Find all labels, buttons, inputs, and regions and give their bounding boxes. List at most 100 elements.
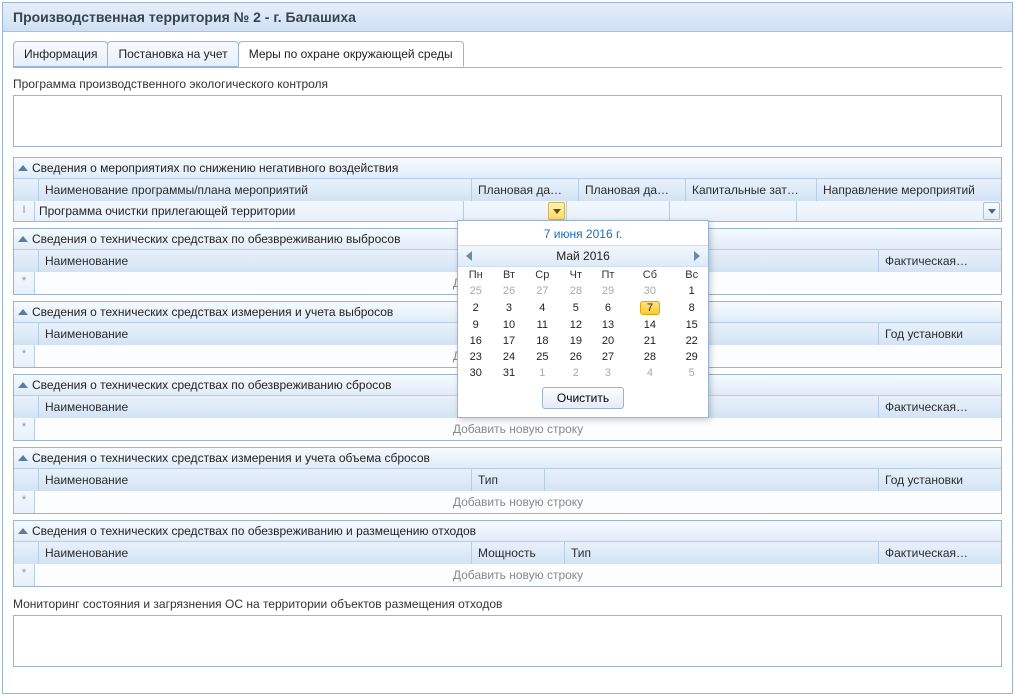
datepicker-popup: 7 июня 2016 г. Май 2016 ПнВтСрЧтПтСбВс 2… (457, 220, 709, 418)
datepicker-day[interactable]: 9 (458, 317, 493, 333)
datepicker-day[interactable]: 1 (525, 365, 561, 381)
monitoring-textarea[interactable] (13, 615, 1002, 667)
collapse-icon[interactable] (18, 455, 28, 461)
datepicker-day[interactable]: 27 (592, 349, 625, 365)
tab-environment[interactable]: Меры по охране окружающей среды (238, 41, 464, 67)
datepicker-day[interactable]: 30 (624, 283, 675, 299)
col-blank[interactable] (545, 469, 879, 491)
datepicker-day[interactable]: 25 (458, 283, 493, 299)
col-fact[interactable]: Фактическая… (879, 396, 1001, 418)
datepicker-day[interactable]: 11 (525, 317, 561, 333)
datepicker-day[interactable]: 3 (592, 365, 625, 381)
col-fact[interactable]: Фактическая… (879, 542, 1001, 564)
col-name[interactable]: Наименование программы/плана мероприятий (39, 179, 472, 201)
col-name[interactable]: Наименование (39, 542, 472, 564)
collapse-icon[interactable] (18, 165, 28, 171)
datepicker-day[interactable]: 7 (624, 299, 675, 317)
datepicker-day[interactable]: 8 (675, 299, 708, 317)
datepicker-day[interactable]: 16 (458, 333, 493, 349)
col-type[interactable]: Тип (472, 469, 545, 491)
datepicker-day[interactable]: 3 (493, 299, 524, 317)
dow-header: Ср (525, 267, 561, 283)
datepicker-day[interactable]: 4 (624, 365, 675, 381)
datepicker-day[interactable]: 26 (560, 349, 591, 365)
datepicker-day[interactable]: 10 (493, 317, 524, 333)
grid-waste: Сведения о технических средствах по обез… (13, 520, 1002, 587)
date-dropdown-button[interactable] (548, 202, 565, 220)
cell-capex[interactable] (670, 201, 797, 221)
direction-dropdown-button[interactable] (983, 202, 1000, 220)
col-direction[interactable]: Направление мероприятий (817, 179, 1001, 201)
datepicker-day[interactable]: 12 (560, 317, 591, 333)
collapse-icon[interactable] (18, 382, 28, 388)
dow-header: Вс (675, 267, 708, 283)
datepicker-day[interactable]: 24 (493, 349, 524, 365)
program-textarea[interactable] (13, 95, 1002, 147)
dow-header: Пн (458, 267, 493, 283)
collapse-icon[interactable] (18, 236, 28, 242)
col-name[interactable]: Наименование (39, 250, 472, 272)
col-capex[interactable]: Капитальные зат… (686, 179, 817, 201)
monitoring-label: Мониторинг состояния и загрязнения ОС на… (13, 597, 1002, 611)
cell-plandate2[interactable] (567, 201, 670, 221)
col-name[interactable]: Наименование (39, 323, 472, 345)
datepicker-day[interactable]: 14 (624, 317, 675, 333)
datepicker-day[interactable]: 17 (493, 333, 524, 349)
cell-direction[interactable] (797, 201, 1001, 221)
collapse-icon[interactable] (18, 309, 28, 315)
datepicker-day[interactable]: 6 (592, 299, 625, 317)
add-row-link[interactable]: Добавить новую строку (35, 491, 1001, 513)
datepicker-day[interactable]: 28 (560, 283, 591, 299)
datepicker-day[interactable]: 27 (525, 283, 561, 299)
col-plandate2[interactable]: Плановая да… (579, 179, 686, 201)
datepicker-day[interactable]: 31 (493, 365, 524, 381)
tab-info[interactable]: Информация (13, 41, 108, 67)
section-caption: Сведения о технических средствах по обез… (32, 524, 476, 538)
datepicker-day[interactable]: 25 (525, 349, 561, 365)
datepicker-day[interactable]: 1 (675, 283, 708, 299)
col-fact[interactable]: Фактическая… (879, 250, 1001, 272)
datepicker-today-link[interactable]: 7 июня 2016 г. (458, 221, 708, 245)
col-year[interactable]: Год установки (879, 469, 1001, 491)
datepicker-day[interactable]: 5 (675, 365, 708, 381)
datepicker-month-label[interactable]: Май 2016 (556, 249, 610, 263)
col-power[interactable]: Мощность (472, 542, 565, 564)
next-month-button[interactable] (694, 251, 700, 261)
datepicker-day[interactable]: 2 (458, 299, 493, 317)
row-new-indicator: * (14, 491, 35, 513)
grid-discharge-measure: Сведения о технических средствах измерен… (13, 447, 1002, 514)
datepicker-day[interactable]: 21 (624, 333, 675, 349)
datepicker-day[interactable]: 26 (493, 283, 524, 299)
datepicker-day[interactable]: 2 (560, 365, 591, 381)
col-name[interactable]: Наименование (39, 396, 472, 418)
datepicker-day[interactable]: 29 (592, 283, 625, 299)
datepicker-day[interactable]: 20 (592, 333, 625, 349)
col-name[interactable]: Наименование (39, 469, 472, 491)
datepicker-grid: ПнВтСрЧтПтСбВс 2526272829301234567891011… (458, 267, 708, 381)
collapse-icon[interactable] (18, 528, 28, 534)
cell-plandate1[interactable] (464, 201, 567, 221)
datepicker-day[interactable]: 28 (624, 349, 675, 365)
datepicker-day[interactable]: 23 (458, 349, 493, 365)
col-year[interactable]: Год установки (879, 323, 1001, 345)
datepicker-clear-button[interactable]: Очистить (542, 387, 624, 409)
datepicker-day[interactable]: 4 (525, 299, 561, 317)
datepicker-day[interactable]: 22 (675, 333, 708, 349)
datepicker-day[interactable]: 18 (525, 333, 561, 349)
datepicker-day[interactable]: 13 (592, 317, 625, 333)
dow-header: Вт (493, 267, 524, 283)
datepicker-day[interactable]: 15 (675, 317, 708, 333)
datepicker-day[interactable]: 5 (560, 299, 591, 317)
datepicker-day[interactable]: 19 (560, 333, 591, 349)
col-plandate1[interactable]: Плановая да… (472, 179, 579, 201)
dow-header: Пт (592, 267, 625, 283)
cell-name[interactable]: Программа очистки прилегающей территории (35, 201, 464, 221)
tab-registration[interactable]: Постановка на учет (107, 41, 238, 67)
datepicker-day[interactable]: 29 (675, 349, 708, 365)
prev-month-button[interactable] (466, 251, 472, 261)
add-row-link[interactable]: Добавить новую строку (35, 418, 1001, 440)
add-row-link[interactable]: Добавить новую строку (35, 564, 1001, 586)
datepicker-day[interactable]: 30 (458, 365, 493, 381)
col-type[interactable]: Тип (565, 542, 879, 564)
window-title: Производственная территория № 2 - г. Бал… (3, 3, 1012, 32)
